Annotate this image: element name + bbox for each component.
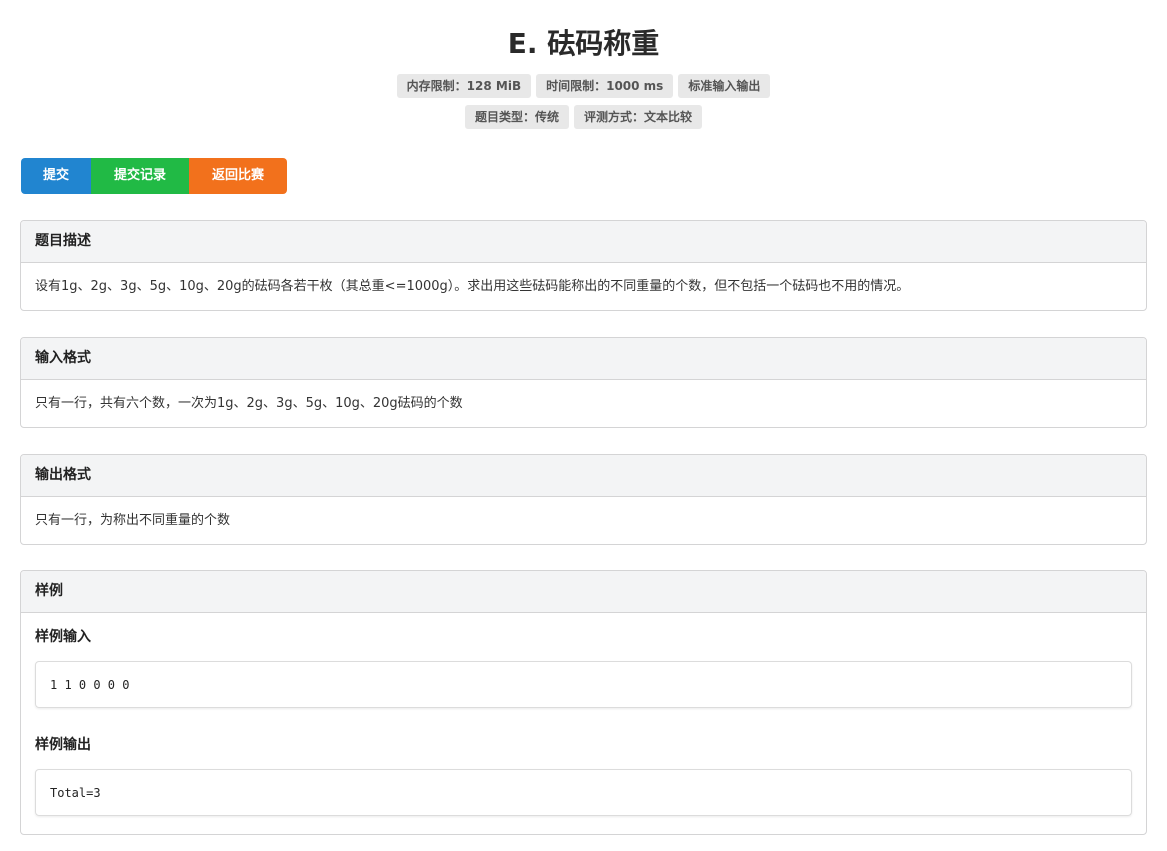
- time-limit-label: 时间限制：1000 ms: [536, 74, 674, 98]
- sample-output-code[interactable]: Total=3: [35, 769, 1132, 816]
- sample-input-label: 样例输入: [35, 629, 91, 645]
- judge-mode-label: 评测方式：文本比较: [574, 105, 703, 129]
- problem-type-label: 题目类型：传统: [464, 105, 569, 129]
- input-format-section: 输入格式 只有一行，共有六个数，一次为1g、2g、3g、5g、10g、20g砝码…: [20, 337, 1147, 428]
- output-format-section: 输出格式 只有一行，为称出不同重量的个数: [20, 454, 1147, 545]
- sample-output-label: 样例输出: [35, 737, 91, 753]
- input-format-text: 只有一行，共有六个数，一次为1g、2g、3g、5g、10g、20g砝码的个数: [35, 396, 463, 411]
- section-header: 样例: [21, 571, 1146, 613]
- samples-section: 样例 样例输入 1 1 0 0 0 0 样例输出 Total=3: [20, 570, 1147, 835]
- output-format-text: 只有一行，为称出不同重量的个数: [35, 513, 231, 528]
- submission-records-button[interactable]: 提交记录: [91, 158, 189, 194]
- action-button-group: 提交 提交记录 返回比赛: [21, 158, 287, 194]
- problem-limits-row: 内存限制：128 MiB 时间限制：1000 ms 标准输入输出: [0, 74, 1167, 98]
- back-to-contest-button[interactable]: 返回比赛: [189, 158, 287, 194]
- section-header: 输出格式: [21, 455, 1146, 497]
- problem-page: E. 砝码称重 内存限制：128 MiB 时间限制：1000 ms 标准输入输出…: [0, 0, 1167, 851]
- submit-button[interactable]: 提交: [21, 158, 91, 194]
- sample-input-code[interactable]: 1 1 0 0 0 0: [35, 661, 1132, 708]
- section-header: 输入格式: [21, 338, 1146, 380]
- description-text: 设有1g、2g、3g、5g、10g、20g的砝码各若干枚（其总重<=1000g）…: [35, 279, 910, 294]
- description-section: 题目描述 设有1g、2g、3g、5g、10g、20g的砝码各若干枚（其总重<=1…: [20, 220, 1147, 311]
- io-mode-label: 标准输入输出: [678, 74, 771, 98]
- problem-type-row: 题目类型：传统 评测方式：文本比较: [0, 105, 1167, 129]
- memory-limit-label: 内存限制：128 MiB: [396, 74, 532, 98]
- section-header: 题目描述: [21, 221, 1146, 263]
- page-title: E. 砝码称重: [507, 27, 660, 60]
